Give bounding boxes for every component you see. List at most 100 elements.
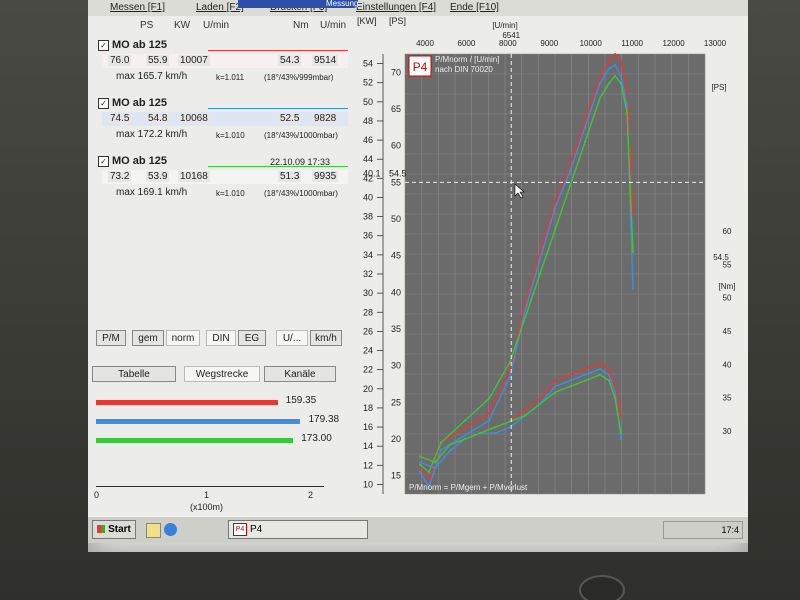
- kw-axis-unit: [KW]: [357, 16, 377, 26]
- wegstrecke-button[interactable]: Wegstrecke: [184, 366, 260, 382]
- power-point: [523, 309, 527, 312]
- run-max-speed: max 172.2 km/h: [116, 129, 188, 140]
- legend-subtitle: nach DIN 70020: [435, 65, 493, 74]
- menu-laden[interactable]: Laden [F2]: [196, 2, 244, 13]
- norm-button[interactable]: norm: [166, 330, 200, 346]
- run-name: MO ab 125: [112, 39, 168, 51]
- run-max-speed: max 165.7 km/h: [116, 71, 188, 82]
- internet-explorer-icon[interactable]: [164, 523, 177, 536]
- run-checkbox[interactable]: ✓: [98, 98, 109, 109]
- run-rpm: 10168: [178, 171, 210, 182]
- ps-tick-label: 70: [391, 67, 401, 77]
- windows-logo-icon: [97, 525, 106, 534]
- run-color-line: [208, 166, 348, 167]
- torque-point: [493, 432, 497, 435]
- power-point: [508, 368, 512, 371]
- run-conditions: (18°/43%/1000mbar): [264, 189, 338, 198]
- header-nm: Nm: [293, 20, 309, 31]
- torque-point: [607, 367, 611, 371]
- pm-button[interactable]: P/M: [96, 330, 126, 346]
- run-nm: 52.5: [278, 113, 302, 124]
- ps-tick-label: 20: [391, 434, 401, 444]
- nm-axis-unit: [Nm]: [719, 282, 736, 291]
- kw-tick-label: 12: [363, 460, 373, 470]
- chart-footer: P/Mnorm = P/Mgem + P/Mverlust: [409, 483, 528, 492]
- nm-tick-label: 40: [723, 360, 732, 369]
- ps-tick-label: 30: [391, 361, 401, 371]
- umin-button[interactable]: U/...: [276, 330, 308, 346]
- distance-axis: [96, 486, 324, 487]
- torque-point: [553, 385, 557, 388]
- tray-clock[interactable]: 17:4: [721, 525, 739, 535]
- taskbar-item-label: P4: [250, 524, 263, 535]
- run-checkbox[interactable]: ✓: [98, 156, 109, 167]
- power-point: [439, 441, 443, 444]
- torque-point: [607, 373, 611, 376]
- menu-ende[interactable]: Ende [F10]: [450, 2, 499, 13]
- run-nm: 54.3: [278, 55, 302, 66]
- taskbar-item-p4[interactable]: P4 P4: [228, 520, 368, 539]
- menu-einstellungen[interactable]: Einstellungen [F4]: [356, 2, 436, 13]
- torque-point: [523, 414, 527, 417]
- torque-point: [553, 379, 557, 382]
- torque-point: [583, 373, 587, 376]
- ps-tick-label: 50: [391, 214, 401, 224]
- run-values: 76.0 55.9 10007 54.3 9514: [102, 54, 348, 68]
- kmh-button[interactable]: km/h: [310, 330, 342, 346]
- distance-tick-2: 2: [308, 490, 314, 500]
- power-point: [508, 375, 512, 378]
- power-point: [418, 463, 422, 466]
- gem-button[interactable]: gem: [132, 330, 164, 346]
- run-entry[interactable]: ✓ MO ab 125 76.0 55.9 10007 54.3 9514 ma…: [98, 38, 348, 94]
- desktop-icon[interactable]: [146, 523, 161, 538]
- power-point: [613, 63, 617, 67]
- power-point: [607, 67, 611, 70]
- menu-messen[interactable]: Messen [F1]: [110, 2, 165, 13]
- torque-point: [433, 461, 437, 464]
- kw-tick-label: 54: [363, 59, 373, 69]
- torque-point: [463, 437, 467, 441]
- kw-tick-label: 20: [363, 384, 373, 394]
- dyno-chart[interactable]: 1012141618202224262830323436384042444648…: [353, 16, 748, 516]
- power-point: [583, 126, 587, 129]
- run-kw: 54.8: [146, 113, 170, 124]
- power-point: [598, 74, 602, 78]
- run-values: 73.2 53.9 10168 51.3 9935: [102, 170, 348, 184]
- power-point: [625, 89, 629, 92]
- torque-point: [619, 432, 623, 435]
- torque-point: [538, 402, 542, 406]
- eg-button[interactable]: EG: [238, 330, 266, 346]
- torque-point: [583, 367, 587, 371]
- run-nm-rpm: 9514: [312, 55, 339, 66]
- torque-point: [418, 461, 422, 464]
- kw-tick-label: 28: [363, 307, 373, 317]
- power-point: [439, 448, 443, 452]
- header-kw: KW: [174, 20, 191, 31]
- run-ps: 74.5: [108, 113, 132, 124]
- window-title-fragment: Messung: [238, 0, 358, 8]
- p4-app-icon: P4: [233, 522, 247, 536]
- torque-point: [568, 385, 572, 388]
- run-checkbox[interactable]: ✓: [98, 40, 109, 51]
- taskbar: Start P4 P4 17:4: [88, 516, 748, 543]
- run-entry[interactable]: ✓ MO ab 125 22.10.09 17:33 73.2 53.9 101…: [98, 154, 348, 210]
- power-point: [418, 470, 422, 474]
- tabelle-button[interactable]: Tabelle: [92, 366, 176, 382]
- run-entry[interactable]: ✓ MO ab 125 74.5 54.8 10068 52.5 9828 ma…: [98, 96, 348, 152]
- nm-tick-label: 30: [723, 427, 732, 436]
- cursor-ps-readout: 54.5: [389, 168, 407, 178]
- power-point: [631, 287, 635, 290]
- kw-tick-label: 26: [363, 326, 373, 336]
- power-point: [427, 470, 431, 474]
- distance-bar: [96, 419, 301, 424]
- din-button[interactable]: DIN: [206, 330, 236, 346]
- kanale-button[interactable]: Kanäle: [264, 366, 336, 382]
- torque-point: [583, 379, 587, 382]
- start-button[interactable]: Start: [92, 520, 136, 539]
- torque-point: [619, 437, 623, 441]
- distance-bar-value: 173.00: [301, 433, 332, 444]
- power-point: [538, 272, 542, 276]
- distance-tick-0: 0: [94, 490, 100, 500]
- ps-tick-label: 40: [391, 287, 401, 297]
- rpm-tick-label: 9000: [540, 39, 558, 48]
